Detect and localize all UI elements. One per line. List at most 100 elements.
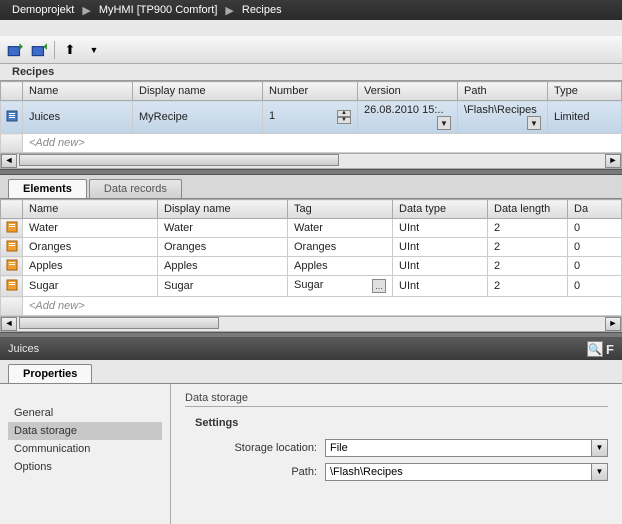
storage-location-input[interactable] bbox=[325, 439, 592, 457]
scroll-thumb[interactable] bbox=[19, 317, 219, 329]
breadcrumb-project[interactable]: Demoprojekt bbox=[8, 4, 78, 16]
scroll-left-icon[interactable]: ◄ bbox=[1, 154, 17, 168]
breadcrumb-section[interactable]: Recipes bbox=[238, 4, 286, 16]
col-number[interactable]: Number bbox=[263, 82, 358, 101]
cell-display[interactable]: Oranges bbox=[158, 238, 288, 257]
divider bbox=[54, 41, 55, 59]
cell-display[interactable]: Water bbox=[158, 219, 288, 238]
cell-tag[interactable]: Sugar… bbox=[288, 276, 393, 297]
cell-da[interactable]: 0 bbox=[568, 238, 622, 257]
cell-datatype[interactable]: UInt bbox=[393, 257, 488, 276]
col-type[interactable]: Type bbox=[548, 82, 622, 101]
cell-datalength[interactable]: 2 bbox=[488, 257, 568, 276]
cell-number[interactable]: 1▲▼ bbox=[263, 101, 358, 134]
table-row[interactable]: ApplesApplesApplesUInt20 bbox=[1, 257, 622, 276]
add-new-row[interactable]: <Add new> bbox=[1, 297, 622, 316]
table-row[interactable]: WaterWaterWaterUInt20 bbox=[1, 219, 622, 238]
breadcrumb: Demoprojekt ▶ MyHMI [TP900 Comfort] ▶ Re… bbox=[0, 0, 622, 20]
path-row: Path: ▼ bbox=[195, 463, 608, 481]
cell-tag[interactable]: Water bbox=[288, 219, 393, 238]
cell-name[interactable]: Oranges bbox=[23, 238, 158, 257]
element-icon bbox=[6, 240, 18, 252]
table-row[interactable]: SugarSugarSugar…UInt20 bbox=[1, 276, 622, 297]
cell-name[interactable]: Apples bbox=[23, 257, 158, 276]
settings-heading: Settings bbox=[195, 417, 608, 429]
cell-display[interactable]: Apples bbox=[158, 257, 288, 276]
storage-location-row: Storage location: ▼ bbox=[195, 439, 608, 457]
element-icon bbox=[6, 279, 18, 291]
row-icon bbox=[1, 238, 23, 257]
properties-area: General Data storage Communication Optio… bbox=[0, 384, 622, 524]
add-new-row[interactable]: <Add new> bbox=[1, 134, 622, 153]
nav-general[interactable]: General bbox=[8, 404, 162, 422]
cell-name[interactable]: Juices bbox=[23, 101, 133, 134]
dropdown-icon[interactable]: ▼ bbox=[592, 439, 608, 457]
panel-title: Juices bbox=[8, 343, 39, 355]
cell-datatype[interactable]: UInt bbox=[393, 238, 488, 257]
tab-properties[interactable]: Properties bbox=[8, 364, 92, 383]
cell-tag[interactable]: Apples bbox=[288, 257, 393, 276]
cell-display[interactable]: MyRecipe bbox=[133, 101, 263, 134]
col-tag[interactable]: Tag bbox=[288, 200, 393, 219]
tab-elements[interactable]: Elements bbox=[8, 179, 87, 198]
nav-options[interactable]: Options bbox=[8, 458, 162, 476]
cell-datalength[interactable]: 2 bbox=[488, 238, 568, 257]
row-icon bbox=[1, 101, 23, 134]
panel-header: Juices 🔍 F bbox=[0, 338, 622, 360]
col-version[interactable]: Version bbox=[358, 82, 458, 101]
table-row[interactable]: Juices MyRecipe 1▲▼ 26.08.2010 15:..▼ \F… bbox=[1, 101, 622, 134]
tab-data-records[interactable]: Data records bbox=[89, 179, 182, 198]
storage-location-label: Storage location: bbox=[195, 442, 325, 454]
search-icon[interactable]: 🔍 bbox=[587, 341, 603, 357]
import-icon[interactable] bbox=[6, 41, 24, 59]
browse-icon[interactable]: … bbox=[372, 279, 386, 293]
chevron-right-icon: ▶ bbox=[78, 4, 94, 17]
nav-communication[interactable]: Communication bbox=[8, 440, 162, 458]
cell-path[interactable]: \Flash\Recipes▼ bbox=[458, 101, 548, 134]
cell-datatype[interactable]: UInt bbox=[393, 276, 488, 297]
scroll-right-icon[interactable]: ► bbox=[605, 317, 621, 331]
cell-da[interactable]: 0 bbox=[568, 257, 622, 276]
scrollbar-horizontal[interactable]: ◄ ► bbox=[0, 153, 622, 169]
spinner-icon[interactable]: ▲▼ bbox=[337, 110, 351, 124]
cell-datalength[interactable]: 2 bbox=[488, 276, 568, 297]
path-label: Path: bbox=[195, 466, 325, 478]
cell-version[interactable]: 26.08.2010 15:..▼ bbox=[358, 101, 458, 134]
dropdown-icon[interactable]: ▼ bbox=[527, 116, 541, 130]
dropdown-icon[interactable]: ▼ bbox=[437, 116, 451, 130]
properties-main: Data storage Settings Storage location: … bbox=[170, 384, 622, 524]
col-name[interactable]: Name bbox=[23, 82, 133, 101]
col-path[interactable]: Path bbox=[458, 82, 548, 101]
col-datatype[interactable]: Data type bbox=[393, 200, 488, 219]
dropdown-icon[interactable]: ▼ bbox=[85, 41, 103, 59]
breadcrumb-device[interactable]: MyHMI [TP900 Comfort] bbox=[95, 4, 222, 16]
cell-datalength[interactable]: 2 bbox=[488, 219, 568, 238]
scroll-left-icon[interactable]: ◄ bbox=[1, 317, 17, 331]
scroll-right-icon[interactable]: ► bbox=[605, 154, 621, 168]
nav-data-storage[interactable]: Data storage bbox=[8, 422, 162, 440]
table-row[interactable]: OrangesOrangesOrangesUInt20 bbox=[1, 238, 622, 257]
col-da[interactable]: Da bbox=[568, 200, 622, 219]
col-display[interactable]: Display name bbox=[158, 200, 288, 219]
col-display[interactable]: Display name bbox=[133, 82, 263, 101]
cell-name[interactable]: Sugar bbox=[23, 276, 158, 297]
scroll-thumb[interactable] bbox=[19, 154, 339, 166]
cell-type[interactable]: Limited bbox=[548, 101, 622, 134]
scrollbar-horizontal[interactable]: ◄ ► bbox=[0, 316, 622, 332]
table-header-row: Name Display name Tag Data type Data len… bbox=[1, 200, 622, 219]
row-icon bbox=[1, 219, 23, 238]
col-name[interactable]: Name bbox=[23, 200, 158, 219]
elements-table: Name Display name Tag Data type Data len… bbox=[0, 199, 622, 316]
cell-tag[interactable]: Oranges bbox=[288, 238, 393, 257]
cell-da[interactable]: 0 bbox=[568, 219, 622, 238]
dropdown-icon[interactable]: ▼ bbox=[592, 463, 608, 481]
cell-display[interactable]: Sugar bbox=[158, 276, 288, 297]
export-icon[interactable] bbox=[30, 41, 48, 59]
col-datalength[interactable]: Data length bbox=[488, 200, 568, 219]
recipes-table: Name Display name Number Version Path Ty… bbox=[0, 81, 622, 153]
up-arrow-icon[interactable]: ⬆ bbox=[61, 41, 79, 59]
path-input[interactable] bbox=[325, 463, 592, 481]
cell-name[interactable]: Water bbox=[23, 219, 158, 238]
cell-datatype[interactable]: UInt bbox=[393, 219, 488, 238]
cell-da[interactable]: 0 bbox=[568, 276, 622, 297]
